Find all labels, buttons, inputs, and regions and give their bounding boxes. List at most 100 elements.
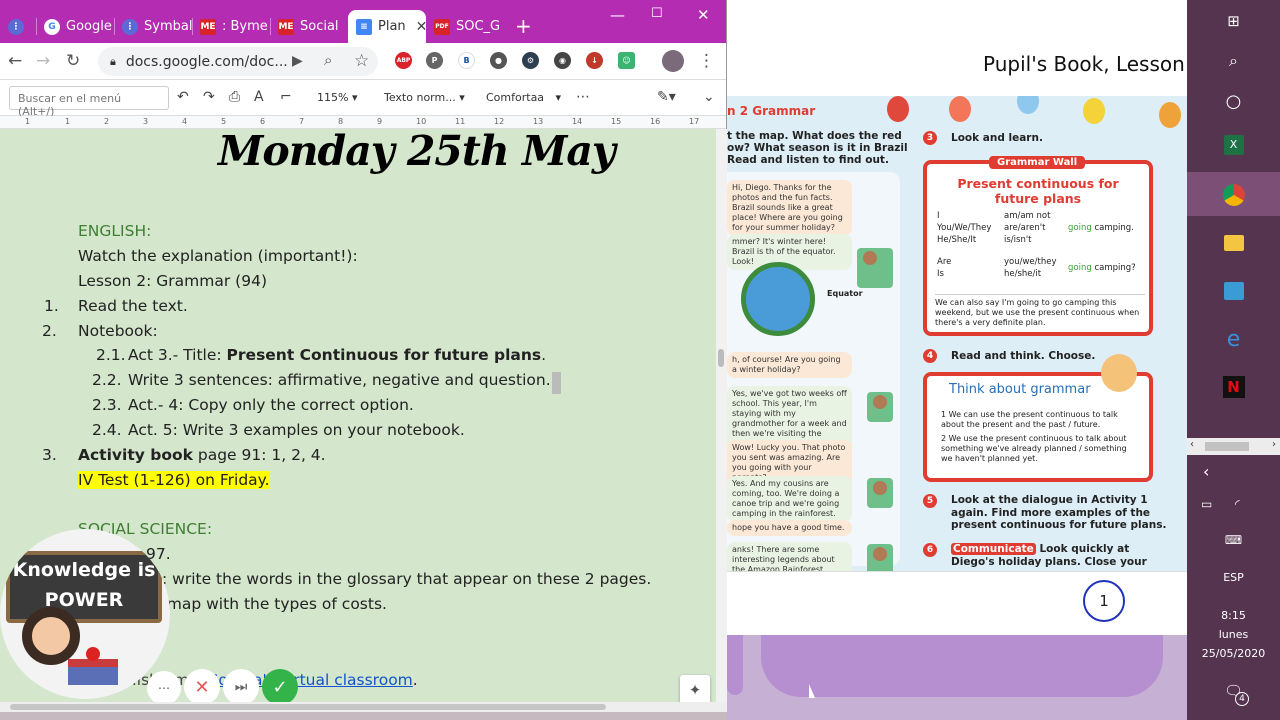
- extension-record-icon[interactable]: ◉: [554, 52, 571, 69]
- maximize-icon[interactable]: ☐: [651, 6, 663, 21]
- spellcheck-icon[interactable]: A: [254, 89, 264, 105]
- tab-byme[interactable]: ME : Byme: [192, 10, 270, 43]
- tab-google[interactable]: G Google: [36, 10, 114, 43]
- edge-icon[interactable]: e: [1187, 326, 1280, 352]
- extension-circle-icon[interactable]: ●: [490, 52, 507, 69]
- knowledge-badge: Knowledge is POWER: [0, 529, 170, 699]
- tab-apps[interactable]: ⋮: [0, 10, 36, 43]
- grammar-wall-label: Grammar Wall: [989, 156, 1086, 169]
- more-menu-icon[interactable]: ⋮: [698, 51, 715, 71]
- balloon-icon: [949, 96, 971, 122]
- notification-icon[interactable]: 🗨︎: [1187, 680, 1280, 702]
- collapse-toolbar-icon[interactable]: ⌄: [703, 89, 715, 105]
- bookmark-star-icon[interactable]: ☆: [354, 51, 369, 71]
- search-icon[interactable]: ⌕: [1187, 48, 1280, 74]
- ruler-number: 15: [611, 117, 622, 126]
- horizontal-scrollbar[interactable]: [0, 702, 727, 712]
- download-icon[interactable]: ↓: [586, 52, 603, 69]
- skip-icon[interactable]: ⏭: [223, 669, 259, 702]
- document-title: Monday 25th May: [218, 129, 616, 175]
- me-icon: ME: [200, 18, 216, 35]
- verb-column: am/am not are/aren't is/isn't: [1004, 211, 1051, 245]
- extension-gear-icon[interactable]: ⚙: [522, 52, 539, 69]
- clock-time[interactable]: 8:15: [1187, 609, 1280, 622]
- back-icon[interactable]: ←: [8, 51, 22, 71]
- zoom-select[interactable]: 115% ▾: [317, 91, 357, 104]
- paint-format-icon[interactable]: ⌐: [280, 89, 292, 105]
- page-number[interactable]: 1: [1083, 580, 1125, 622]
- keyboard-icon[interactable]: ⌨: [1187, 530, 1280, 550]
- more-tools-icon[interactable]: ⋯: [576, 89, 590, 105]
- tray-scrollbar[interactable]: ‹ ›: [1187, 438, 1280, 455]
- scroll-thumb[interactable]: [718, 349, 724, 367]
- undo-icon[interactable]: ↶: [177, 89, 189, 105]
- forward-icon[interactable]: →: [36, 51, 50, 71]
- edit-mode-icon[interactable]: ✎▾: [657, 89, 676, 105]
- url-field[interactable]: 🔒︎ docs.google.com/doc...: [98, 47, 378, 76]
- menu-search-input[interactable]: Buscar en el menú (Alt+/): [9, 86, 169, 118]
- ruler-number: 8: [338, 117, 344, 126]
- test-reminder: IV Test (1-126) on Friday.: [78, 471, 270, 489]
- windows-start-icon[interactable]: ⊞: [1187, 8, 1280, 34]
- tab-label: Plan: [378, 19, 406, 34]
- tab-soc[interactable]: PDF SOC_G: [426, 10, 504, 43]
- camping-word: camping?: [1094, 263, 1136, 273]
- document-page[interactable]: Monday 25th May ENGLISH: Watch the expla…: [0, 129, 716, 702]
- redo-icon[interactable]: ↷: [203, 89, 215, 105]
- vertical-scrollbar[interactable]: [716, 129, 727, 702]
- activity-4-number: 4: [923, 349, 937, 363]
- question-verb-column: you/we/they he/she/it: [1004, 257, 1057, 279]
- explore-icon[interactable]: ✦: [680, 675, 710, 702]
- activity-book-rest: page 91: 1, 2, 4.: [192, 446, 326, 464]
- netflix-icon[interactable]: N: [1187, 374, 1280, 400]
- book-page[interactable]: n 2 Grammar t the map. What does the red…: [727, 96, 1187, 571]
- excel-icon[interactable]: X: [1187, 132, 1280, 158]
- adblock-icon[interactable]: ABP: [395, 52, 412, 69]
- apple-icon: [86, 647, 100, 661]
- extension-face-icon[interactable]: ☺: [618, 52, 635, 69]
- ruler[interactable]: 1 1 2 3 4 5 6 7 8 9 10 11 12 13 14 15 16 17: [0, 116, 726, 129]
- pinterest-icon[interactable]: P: [426, 52, 443, 69]
- file-explorer-icon[interactable]: [1187, 230, 1280, 256]
- tab-plan[interactable]: ≡ Plan ✕: [348, 10, 426, 43]
- scroll-left-icon[interactable]: ‹: [1190, 439, 1194, 450]
- close-tab-icon[interactable]: ✕: [416, 19, 426, 35]
- chrome-icon[interactable]: [1187, 182, 1280, 208]
- dialogue-bubble: hope you have a good time.: [727, 520, 852, 536]
- check-icon[interactable]: ✓: [262, 669, 298, 702]
- sub-list-number: 2.4.: [92, 421, 122, 439]
- tab-symbal[interactable]: ⋮ Symbal: [114, 10, 192, 43]
- language-indicator[interactable]: ESP: [1187, 571, 1280, 584]
- scroll-right-icon[interactable]: ›: [1272, 439, 1276, 450]
- lesson-line: Lesson 2: Grammar (94): [78, 272, 267, 290]
- scroll-thumb[interactable]: [1205, 442, 1249, 451]
- zoom-icon[interactable]: ⌕: [324, 51, 332, 69]
- going-question-row: going camping?: [1068, 262, 1136, 274]
- close-window-icon[interactable]: ✕: [697, 6, 710, 24]
- cortana-icon[interactable]: ○: [1187, 88, 1280, 114]
- close-icon[interactable]: ✕: [184, 669, 220, 702]
- new-tab-icon[interactable]: +: [515, 14, 532, 38]
- style-select[interactable]: Texto norm... ▾: [384, 91, 465, 104]
- photos-icon[interactable]: [1187, 278, 1280, 304]
- dialogue-bubble: h, of course! Are you going a winter hol…: [727, 352, 852, 378]
- scroll-thumb[interactable]: [10, 704, 606, 710]
- sub-item-bold: Present Continuous for future plans: [226, 346, 542, 364]
- print-icon[interactable]: ⎙: [229, 89, 240, 105]
- camera-icon[interactable]: ▶: [292, 53, 303, 69]
- sub-list-item: Act.- 4: Copy only the correct option.: [128, 396, 414, 414]
- ruler-number: 13: [533, 117, 544, 126]
- wifi-icon[interactable]: ◜: [1187, 494, 1280, 514]
- chevron-left-icon[interactable]: ‹: [1187, 460, 1280, 482]
- font-select[interactable]: Comfortaa ▾: [486, 91, 561, 104]
- tab-social[interactable]: ME Social: [270, 10, 348, 43]
- profile-avatar-icon[interactable]: [662, 50, 684, 72]
- reload-icon[interactable]: ↻: [66, 51, 80, 71]
- more-options-button[interactable]: ⋯: [147, 671, 181, 702]
- extension-b-icon[interactable]: B: [458, 52, 475, 69]
- lesson-label: n 2 Grammar: [727, 104, 816, 118]
- ruler-number: 14: [572, 117, 583, 126]
- minimize-icon[interactable]: —: [610, 6, 625, 24]
- tab-label: Google: [66, 19, 112, 34]
- chalkboard: Knowledge is POWER: [6, 551, 162, 623]
